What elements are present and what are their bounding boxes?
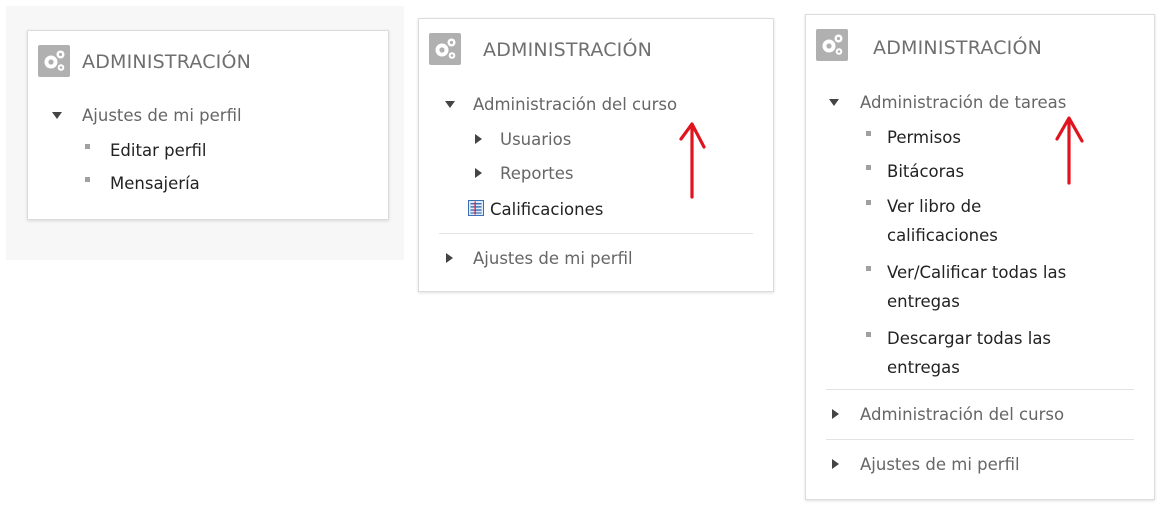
bullet-icon: [866, 131, 871, 136]
bullet-icon: [85, 144, 90, 149]
node-label: Usuarios: [500, 130, 572, 149]
node-ajustes-perfil[interactable]: Ajustes de mi perfil: [831, 455, 1020, 474]
bullet-icon: [866, 165, 871, 170]
link-label: Editar perfil: [110, 141, 207, 160]
link-label: Permisos: [887, 128, 961, 147]
red-arrow-up-icon: [679, 122, 706, 199]
node-label: Ajustes de mi perfil: [82, 106, 242, 125]
link-label: Bitácoras: [887, 162, 965, 181]
link-ver-calificar[interactable]: Ver/Calificar todas las entregas: [866, 263, 1066, 311]
link-mensajeria[interactable]: Mensajería: [85, 174, 200, 193]
block-title: ADMINISTRACIÓN: [873, 37, 1043, 59]
block-title: ADMINISTRACIÓN: [483, 39, 653, 61]
triangle-right-icon: [832, 409, 839, 419]
link-bitacoras[interactable]: Bitácoras: [866, 162, 964, 181]
triangle-down-icon: [829, 99, 839, 106]
node-usuarios[interactable]: Usuarios: [474, 130, 571, 149]
node-label: Reportes: [500, 164, 574, 183]
bullet-icon: [866, 332, 871, 337]
link-label-line: entregas: [887, 292, 960, 311]
node-admin-tareas[interactable]: Administración de tareas: [829, 93, 1066, 112]
red-arrow-up-icon: [1055, 116, 1084, 185]
block-header: ADMINISTRACIÓN: [806, 15, 1154, 73]
triangle-right-icon: [475, 168, 482, 178]
bullet-icon: [85, 177, 90, 182]
node-label: Administración de tareas: [860, 93, 1067, 112]
node-admin-curso[interactable]: Administración del curso: [445, 95, 677, 114]
link-label-line: Ver/Calificar todas las: [887, 263, 1067, 282]
triangle-right-icon: [475, 134, 482, 144]
gears-icon: [38, 45, 70, 77]
admin-block-1: ADMINISTRACIÓN Ajustes de mi perfil Edit…: [27, 30, 389, 220]
link-permisos[interactable]: Permisos: [866, 128, 961, 147]
triangle-right-icon: [832, 459, 839, 469]
node-label: Administración del curso: [473, 95, 678, 114]
node-reportes[interactable]: Reportes: [474, 164, 573, 183]
link-descargar[interactable]: Descargar todas las entregas: [866, 329, 1051, 377]
triangle-right-icon: [446, 253, 453, 263]
gears-icon: [816, 29, 848, 61]
divider: [826, 439, 1134, 440]
node-label: Administración del curso: [860, 405, 1065, 424]
link-ver-libro[interactable]: Ver libro de calificaciones: [866, 197, 998, 245]
block-header: ADMINISTRACIÓN: [28, 31, 388, 89]
divider: [439, 233, 753, 234]
node-ajustes-perfil[interactable]: Ajustes de mi perfil: [445, 249, 633, 268]
triangle-down-icon: [52, 112, 62, 119]
link-label-line: calificaciones: [887, 226, 998, 245]
block-header: ADMINISTRACIÓN: [419, 19, 773, 77]
admin-block-3: ADMINISTRACIÓN Administración de tareas …: [805, 14, 1155, 500]
admin-block-2: ADMINISTRACIÓN Administración del curso …: [418, 18, 774, 292]
grades-icon: [468, 200, 484, 216]
node-label: Ajustes de mi perfil: [860, 455, 1020, 474]
node-ajustes-perfil[interactable]: Ajustes de mi perfil: [52, 106, 242, 125]
link-calificaciones[interactable]: Calificaciones: [468, 200, 603, 219]
link-label-line: Descargar todas las: [887, 329, 1052, 348]
page: ADMINISTRACIÓN Ajustes de mi perfil Edit…: [0, 0, 1159, 506]
gears-icon: [429, 33, 461, 65]
link-editar-perfil[interactable]: Editar perfil: [85, 141, 206, 160]
triangle-down-icon: [445, 101, 455, 108]
link-label-line: entregas: [887, 358, 960, 377]
link-label-line: Ver libro de: [887, 197, 982, 216]
bullet-icon: [866, 266, 871, 271]
block-title: ADMINISTRACIÓN: [82, 51, 252, 73]
link-label: Calificaciones: [490, 200, 604, 219]
bullet-icon: [866, 200, 871, 205]
node-label: Ajustes de mi perfil: [473, 249, 633, 268]
node-admin-curso[interactable]: Administración del curso: [831, 405, 1064, 424]
link-label: Mensajería: [110, 174, 200, 193]
divider: [826, 389, 1134, 390]
